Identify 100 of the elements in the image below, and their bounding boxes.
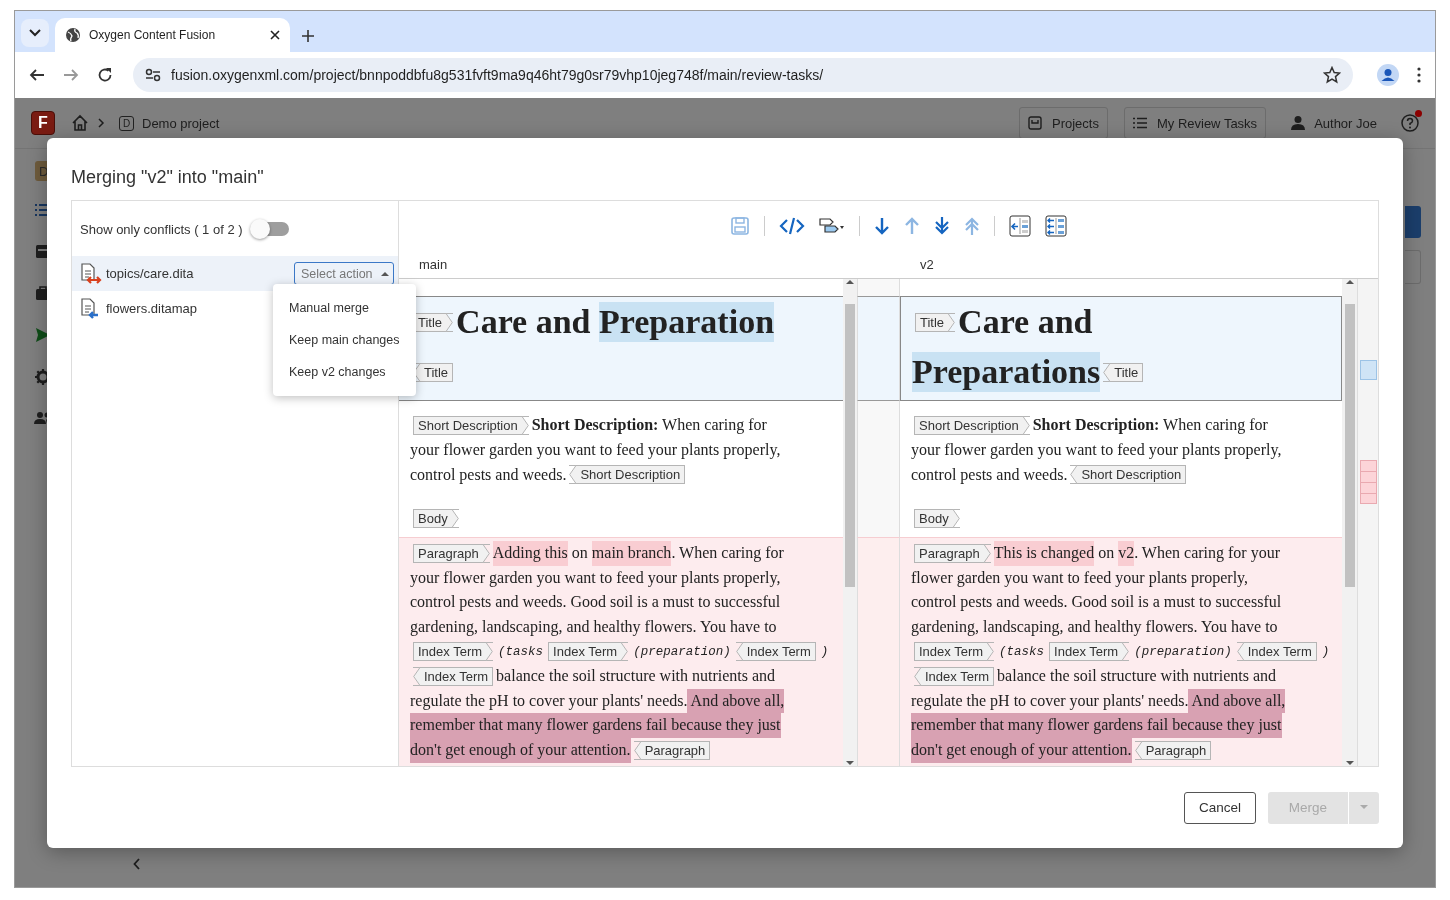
site-settings-icon — [145, 68, 161, 82]
conflicting-text: don't get enough of your attention. — [410, 737, 631, 763]
body-text: your flower garden you want to feed your plants properly, — [911, 440, 1282, 461]
browser-tab[interactable]: Oxygen Content Fusion — [55, 18, 290, 52]
cancel-button[interactable]: Cancel — [1183, 791, 1256, 824]
body-text: flower garden you want to feed your plants properly, — [911, 567, 1249, 589]
dialog-title: Merging "v2" into "main" — [71, 166, 264, 188]
conflict-marker[interactable] — [1359, 460, 1377, 504]
chevron-right-icon — [97, 118, 105, 128]
body-text: your flower garden you want to feed your plants properly, — [410, 440, 781, 461]
body-text: When caring for — [661, 415, 767, 436]
conflicts-toggle[interactable] — [252, 222, 289, 236]
body-text: your flower garden you want to feed your plants properly, — [410, 567, 781, 589]
label-text: Short Description: — [1032, 415, 1160, 436]
element-tag: Title — [915, 312, 956, 332]
panel-arrows-icon[interactable] — [1045, 215, 1067, 237]
index-term-text: ) — [820, 643, 829, 661]
code-icon[interactable] — [779, 216, 805, 236]
back-icon[interactable] — [29, 67, 45, 83]
conflicting-text: don't get enough of your attention. — [911, 737, 1132, 763]
body-text: on — [1097, 543, 1116, 564]
scrollbar[interactable] — [843, 279, 857, 766]
app-logo[interactable]: F — [31, 111, 55, 135]
file-name: topics/care.dita — [106, 266, 194, 281]
profile-icon[interactable] — [1377, 64, 1399, 86]
tags-dropdown-icon[interactable] — [819, 216, 845, 236]
changed-title-text: Preparations — [912, 352, 1101, 392]
tray-icon — [1027, 116, 1042, 130]
index-term-text: (preparation) — [633, 643, 731, 661]
menu-item[interactable]: Manual merge — [273, 292, 416, 324]
caret-icon — [381, 271, 389, 276]
body-text: on — [570, 543, 589, 564]
collapse-chevron-icon[interactable] — [133, 858, 141, 870]
reload-icon[interactable] — [97, 67, 113, 83]
element-tag: Index Term — [914, 666, 995, 686]
label-text: Short Description: — [531, 415, 659, 436]
changed-text: Adding this — [492, 541, 568, 566]
new-tab-icon[interactable] — [302, 30, 314, 42]
body-text: control pests and weeds. — [911, 464, 1068, 486]
forward-icon[interactable] — [63, 67, 79, 83]
index-term-text: (preparation) — [1134, 643, 1232, 661]
element-tag: Index Term — [1236, 642, 1317, 662]
element-tag: Short Description — [413, 416, 529, 436]
body-text: regulate the pH to cover your plants' needs. — [911, 690, 1189, 712]
user-icon — [1290, 115, 1307, 131]
scrollbar[interactable] — [1342, 279, 1357, 766]
element-tag: Paragraph — [633, 740, 711, 760]
close-icon[interactable] — [270, 30, 280, 40]
home-icon[interactable] — [71, 114, 89, 132]
element-tag: Index Term — [413, 666, 494, 686]
body-text: . When caring for your — [1134, 543, 1280, 564]
body-text: When caring for — [1162, 415, 1268, 436]
element-tag: Index Term — [914, 642, 995, 662]
more-menu-icon[interactable] — [1417, 67, 1421, 83]
element-tag: Paragraph — [1134, 740, 1212, 760]
document-conflict-icon — [80, 262, 102, 285]
conflicting-text: remember that many flower gardens fail because they just — [911, 713, 1282, 738]
title-text: Care and — [958, 302, 1093, 342]
menu-item[interactable]: Keep main changes — [273, 324, 416, 356]
title-text: Care and — [456, 302, 592, 342]
menu-item[interactable]: Keep v2 changes — [273, 356, 416, 388]
breadcrumb-link[interactable]: Demo project — [142, 115, 220, 131]
tab-list-button[interactable] — [21, 19, 49, 47]
toggle-label: Show only conflicts ( 1 of 2 ) — [80, 221, 243, 237]
pane-label: main — [418, 257, 448, 272]
element-tag: Short Description — [569, 465, 686, 485]
address-field[interactable]: fusion.oxygenxml.com/project/bnnpoddbfu8g531fvft9ma9q46ht79g0sr79vhp10jeg748f/main/review-tasks/ — [133, 58, 1353, 92]
body-text: gardening, landscaping, and healthy flowers. You have to — [911, 616, 1278, 638]
body-text: control pests and weeds. Good soil is a must to successful — [911, 592, 1282, 613]
conflicting-text: remember that many flower gardens fail because they just — [410, 713, 781, 738]
index-term-text: (tasks — [498, 643, 544, 661]
changed-title-text: Preparation — [599, 302, 775, 342]
element-tag: Index Term — [413, 642, 494, 662]
scroll-up-icon[interactable] — [846, 279, 854, 285]
element-tag: Short Description — [1070, 465, 1187, 485]
changed-text: This is changed — [993, 541, 1095, 566]
body-text: control pests and weeds. Good soil is a must to successful — [410, 592, 781, 613]
element-tag: Paragraph — [413, 544, 490, 563]
star-icon[interactable] — [1323, 66, 1341, 84]
body-text: . When caring for — [671, 543, 784, 564]
help-icon[interactable] — [1401, 114, 1419, 132]
double-arrow-down-icon[interactable] — [934, 216, 950, 236]
file-row[interactable]: topics/care.dita Select action — [72, 256, 398, 291]
scroll-down-icon[interactable] — [1345, 760, 1354, 766]
caret-icon — [1360, 805, 1368, 810]
tab-title: Oxygen Content Fusion — [89, 28, 217, 42]
body-text: balance the soil structure with nutrients and — [997, 666, 1277, 687]
scroll-down-icon[interactable] — [846, 760, 854, 766]
scroll-up-icon[interactable] — [1345, 279, 1354, 285]
element-tag: Index Term — [548, 642, 629, 662]
user-name[interactable]: Author Joe — [1314, 115, 1377, 131]
file-name: flowers.ditamap — [106, 301, 198, 316]
element-tag: Paragraph — [914, 544, 991, 563]
element-tag: Index Term — [1049, 642, 1130, 662]
change-marker[interactable] — [1359, 360, 1377, 380]
project-badge: D — [119, 115, 134, 131]
arrow-down-icon[interactable] — [874, 216, 890, 236]
chevron-down-icon — [29, 29, 41, 37]
body-text: control pests and weeds. — [410, 464, 567, 486]
element-tag: Title — [1103, 362, 1144, 382]
